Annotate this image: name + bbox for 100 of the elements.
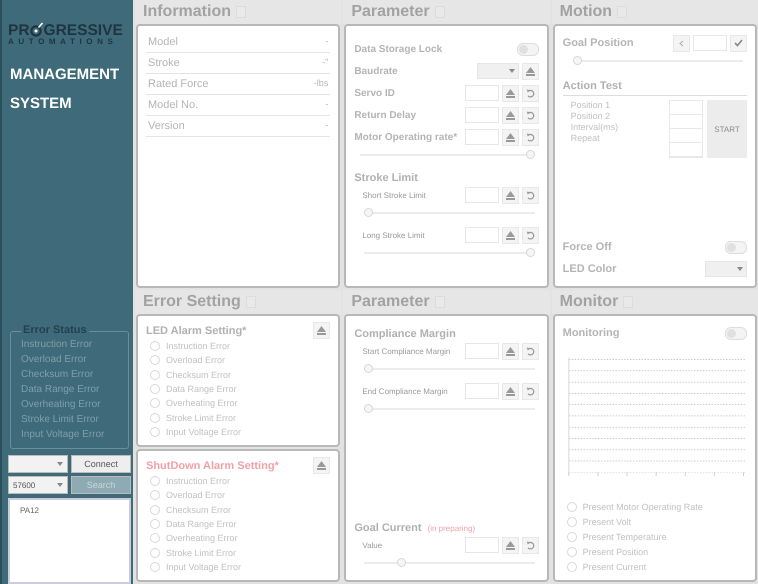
checkbox[interactable] (566, 516, 577, 526)
checkbox[interactable] (566, 562, 577, 572)
checkbox-label: Instruction Error (166, 341, 230, 352)
slider-thumb[interactable] (526, 248, 535, 257)
rotate-icon (526, 190, 535, 200)
input-field[interactable] (464, 85, 499, 101)
info-label: Rated Force (148, 78, 209, 90)
apply-button[interactable] (730, 34, 747, 52)
input-field[interactable] (464, 383, 499, 399)
input-field[interactable] (464, 187, 499, 203)
toggle-switch[interactable] (516, 42, 539, 56)
checkbox[interactable] (150, 518, 160, 529)
group-title: Compliance Margin (354, 328, 456, 340)
input-field[interactable] (464, 129, 499, 145)
toggle-switch[interactable] (724, 240, 747, 254)
reset-button[interactable] (522, 128, 539, 146)
checkbox[interactable] (150, 398, 160, 408)
save-button[interactable] (502, 382, 519, 400)
slider-thumb[interactable] (364, 404, 374, 413)
caret-icon (57, 462, 63, 466)
rotate-icon (526, 132, 535, 142)
field-label: Return Delay (354, 110, 416, 120)
input-field[interactable] (464, 537, 499, 553)
group-title: Goal Current (354, 522, 422, 534)
slider[interactable] (364, 208, 535, 218)
port-select[interactable] (8, 455, 68, 473)
select-field[interactable] (704, 261, 747, 277)
reset-button[interactable] (522, 342, 539, 360)
checkbox[interactable] (566, 546, 577, 556)
field-label: Position 1 (570, 100, 612, 110)
slider-thumb[interactable] (364, 208, 374, 217)
checkbox[interactable] (150, 426, 160, 437)
slider-thumb[interactable] (526, 150, 535, 159)
slider[interactable] (572, 56, 743, 66)
back-button[interactable] (672, 34, 690, 52)
slider[interactable] (364, 364, 535, 374)
slider-thumb[interactable] (572, 56, 582, 65)
checkbox[interactable] (150, 490, 160, 500)
slider-thumb[interactable] (396, 558, 406, 567)
checkbox[interactable] (150, 384, 160, 394)
section-title: Information (143, 3, 231, 21)
field-label: Data Storage Lock (354, 44, 442, 54)
checkbox[interactable] (150, 355, 160, 366)
checkbox-label: Present Motor Operating Rate (582, 502, 703, 512)
info-label: Model (148, 36, 178, 48)
caret-icon (57, 483, 63, 487)
save-button[interactable] (313, 322, 330, 339)
reset-button[interactable] (522, 106, 539, 124)
checkbox-label: Present Temperature (582, 532, 667, 542)
connect-button[interactable]: Connect (71, 455, 131, 473)
reset-button[interactable] (522, 84, 539, 102)
field-label: Start Compliance Margin (362, 346, 450, 356)
save-button[interactable] (502, 186, 519, 204)
input-field[interactable] (464, 343, 499, 359)
reset-button[interactable] (522, 536, 539, 554)
save-button[interactable] (522, 62, 539, 80)
reset-button[interactable] (522, 226, 539, 244)
slider-thumb[interactable] (364, 364, 374, 373)
checkbox[interactable] (566, 532, 577, 542)
info-value: - (325, 120, 328, 132)
checkbox[interactable] (150, 370, 160, 380)
field-label: Motor Operating rate* (354, 132, 458, 142)
field-label: Value (362, 540, 382, 550)
save-button[interactable] (313, 457, 330, 474)
save-button[interactable] (502, 342, 519, 360)
magnifier-icon (30, 22, 44, 38)
rotate-icon (526, 110, 535, 120)
save-button[interactable] (502, 84, 519, 102)
eject-icon (317, 326, 326, 335)
reset-button[interactable] (522, 186, 539, 204)
checkbox[interactable] (150, 533, 160, 544)
save-button[interactable] (502, 128, 519, 146)
input-field[interactable] (464, 107, 499, 123)
toggle-switch[interactable] (724, 326, 747, 340)
checkbox[interactable] (150, 562, 160, 572)
slider[interactable] (364, 558, 535, 568)
device-item[interactable]: PA12 (20, 506, 119, 515)
reset-button[interactable] (522, 382, 539, 400)
save-button[interactable] (502, 226, 519, 244)
slider[interactable] (364, 248, 535, 258)
section-title: Parameter (351, 293, 430, 311)
error-label: Data Range Error (21, 383, 100, 397)
slider[interactable] (364, 404, 535, 414)
checkbox[interactable] (566, 502, 577, 512)
checkbox-label: Overheating Error (166, 533, 238, 544)
checkbox[interactable] (150, 548, 160, 558)
checkbox-label: Input Voltage Error (166, 426, 242, 437)
slider[interactable] (360, 150, 535, 160)
section-title: Monitor (560, 293, 618, 311)
input-field[interactable] (692, 35, 727, 51)
baudrate-select[interactable]: 57600 (8, 476, 68, 494)
input-field[interactable] (464, 227, 499, 243)
checkbox-label: Input Voltage Error (166, 562, 242, 572)
save-button[interactable] (502, 536, 519, 554)
rotate-icon (526, 230, 535, 240)
save-button[interactable] (502, 106, 519, 124)
checkbox[interactable] (150, 476, 160, 486)
checkbox[interactable] (150, 504, 160, 515)
checkbox[interactable] (150, 341, 160, 352)
checkbox[interactable] (150, 412, 160, 423)
